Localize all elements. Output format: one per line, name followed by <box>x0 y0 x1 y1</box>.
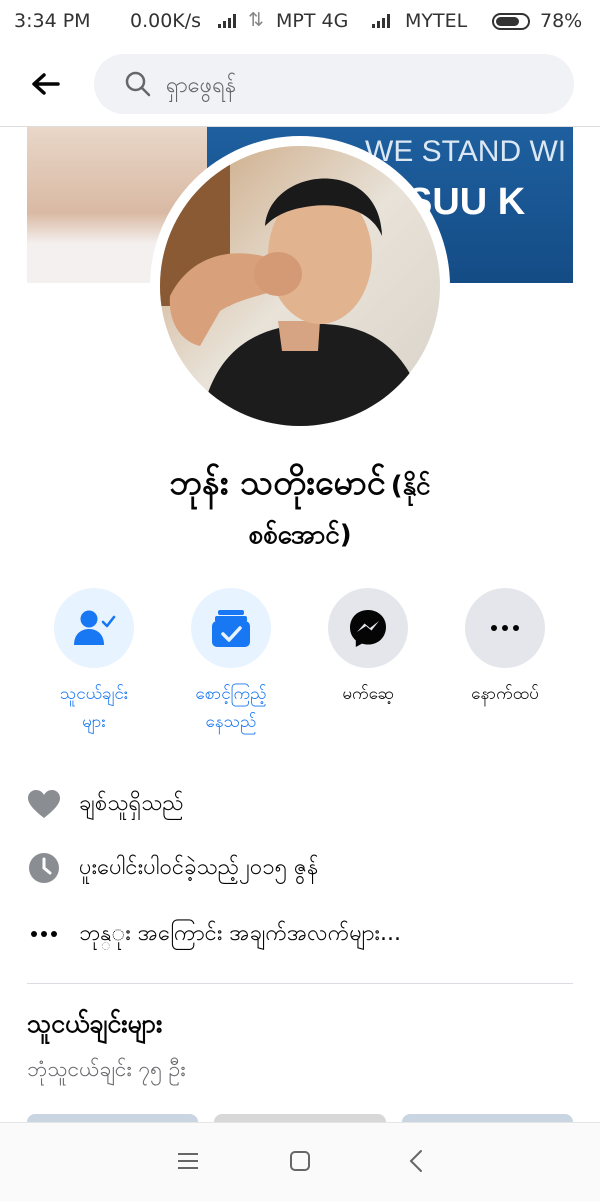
more-button-circle <box>465 588 545 668</box>
mutual-friends-count[interactable]: ဘုံသူငယ်ချင်း ၇၅ ဦး <box>27 1056 186 1087</box>
following-button-circle <box>191 588 271 668</box>
following-button[interactable]: စောင့်ကြည့် နေသည် <box>161 588 301 736</box>
relationship-row: ချစ်သူရှိသည် <box>27 784 184 824</box>
status-network-speed: 0.00K/s <box>130 10 202 32</box>
menu-nav-button[interactable] <box>166 1141 210 1181</box>
status-bar: 3:34 PM 0.00K/s ⇅ MPT 4G MYTEL 78% <box>0 0 600 44</box>
more-icon <box>491 625 519 631</box>
clock-icon <box>29 853 59 883</box>
profile-name-alt-part2: စစ်အောင်) <box>248 520 352 550</box>
top-bar <box>0 44 600 127</box>
message-button-label: မက်ဆေ့ <box>342 684 394 704</box>
joined-row: ပူးပေါင်းပါဝင်ခဲ့သည့်၂၀၁၅ ဇွန် <box>27 848 318 888</box>
messenger-icon <box>350 610 386 647</box>
message-button[interactable]: မက်ဆေ့ <box>298 588 438 708</box>
friend-thumbnail[interactable] <box>401 1114 573 1122</box>
system-nav-bar <box>0 1122 600 1201</box>
back-button[interactable] <box>20 62 70 106</box>
friends-thumbnails <box>27 1114 573 1122</box>
heart-icon <box>28 790 60 818</box>
signal-icon <box>218 14 236 28</box>
search-input[interactable] <box>164 64 548 106</box>
profile-actions: သူငယ်ချင်း များ စောင့်ကြည့် နေသည် မက်ဆေ့ <box>0 588 600 748</box>
back-nav-button[interactable] <box>394 1141 438 1181</box>
status-carrier-1: MPT 4G <box>276 10 349 32</box>
section-divider <box>27 983 573 984</box>
avatar-photo <box>160 146 440 426</box>
profile-avatar[interactable] <box>160 146 440 426</box>
friends-button[interactable]: သူငယ်ချင်း များ <box>24 588 164 736</box>
joined-text: ပူးပေါင်းပါဝင်ခဲ့သည့်၂၀၁၅ ဇွန် <box>79 854 319 880</box>
cover-text-line1: WE STAND WI <box>365 135 567 168</box>
back-chevron-icon <box>409 1150 422 1172</box>
search-bar[interactable] <box>94 54 574 114</box>
battery-icon <box>492 13 530 30</box>
following-check-icon <box>212 610 250 647</box>
friend-thumbnail[interactable] <box>214 1114 386 1122</box>
friends-section-title: သူငယ်ချင်းများ <box>27 1009 163 1038</box>
status-time: 3:34 PM <box>14 10 91 32</box>
home-square-icon <box>290 1151 310 1171</box>
data-transfer-icon: ⇅ <box>248 9 264 31</box>
ellipsis-icon <box>31 931 57 937</box>
relationship-text: ချစ်သူရှိသည် <box>79 790 184 816</box>
following-button-label: စောင့်ကြည့် နေသည် <box>195 684 267 732</box>
profile-name-main: ဘုန်း သတိုးမောင် <box>169 463 386 503</box>
status-battery: 78% <box>540 10 583 32</box>
friends-button-circle <box>54 588 134 668</box>
message-button-circle <box>328 588 408 668</box>
status-carrier-2: MYTEL <box>405 10 468 32</box>
more-button-label: နောက်ထပ် <box>471 684 539 704</box>
signal-icon <box>372 14 390 28</box>
profile-name-alt-part1: (နိုင် <box>390 471 431 501</box>
back-arrow-icon <box>32 73 60 95</box>
more-button[interactable]: နောက်ထပ် <box>435 588 575 708</box>
menu-icon <box>178 1153 198 1169</box>
profile-name: ဘုန်း သတိုးမောင် (နိုင် စစ်အောင်) <box>40 460 560 561</box>
friends-button-label: သူငယ်ချင်း များ <box>59 684 129 732</box>
friend-check-icon <box>74 610 116 645</box>
search-icon <box>125 71 151 97</box>
home-nav-button[interactable] <box>278 1141 322 1181</box>
about-text: ဘုန္ုး အကြောင်း အချက်အလက်များ... <box>79 920 401 946</box>
about-row[interactable]: ဘုန္ုး အကြောင်း အချက်အလက်များ... <box>27 914 401 954</box>
friend-thumbnail[interactable] <box>27 1114 199 1122</box>
